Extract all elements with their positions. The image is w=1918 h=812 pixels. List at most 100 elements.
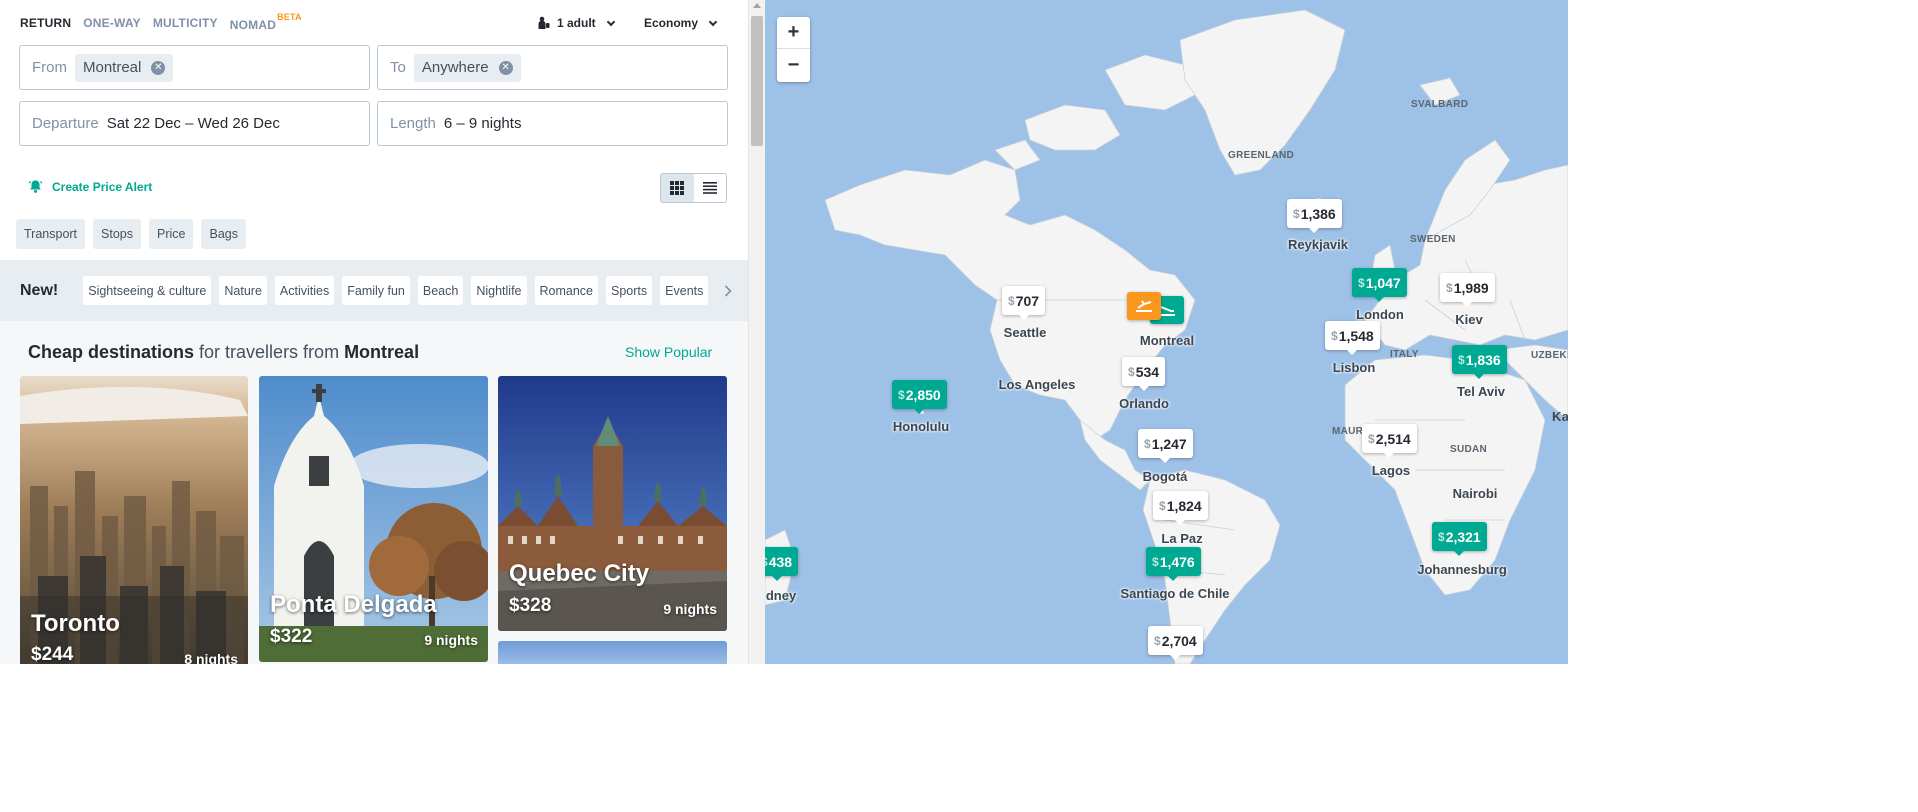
scroll-up-icon[interactable] <box>753 3 761 8</box>
to-chip: Anywhere ✕ <box>413 53 521 82</box>
chevron-down-icon <box>708 17 718 26</box>
card-price: $328 <box>509 595 552 616</box>
pin-price: 2,850 <box>905 386 941 403</box>
from-value: Montreal <box>83 59 142 76</box>
city-label: Bogotá <box>1142 469 1188 484</box>
city-label: Los Angeles <box>998 377 1076 392</box>
theme-events[interactable]: Events <box>660 276 709 305</box>
filter-price[interactable]: Price <box>149 219 194 249</box>
departure-field[interactable]: Departure Sat 22 Dec – Wed 26 Dec <box>19 101 370 146</box>
city-label: Montreal <box>1139 333 1195 348</box>
destinations-map[interactable]: + − SVALBARD GREENLAND SWEDEN ITALY UZBE… <box>765 0 1568 664</box>
pin-price: 1,989 <box>1453 279 1489 296</box>
pin-price: 1,548 <box>1338 327 1374 344</box>
theme-romance[interactable]: Romance <box>534 276 599 305</box>
tab-multicity[interactable]: MULTICITY <box>153 16 218 32</box>
departure-value: Sat 22 Dec – Wed 26 Dec <box>106 115 280 132</box>
destination-card-quebec-city[interactable]: Quebec City $328 9 nights <box>498 376 727 631</box>
price-pin-lisbon[interactable]: $1,548 <box>1325 321 1380 355</box>
filter-bar: Transport Stops Price Bags <box>16 219 246 249</box>
tab-nomad[interactable]: NOMADBETA <box>229 12 302 32</box>
zoom-controls: + − <box>777 17 810 82</box>
city-label: Lagos <box>1371 463 1411 478</box>
theme-beach[interactable]: Beach <box>417 276 464 305</box>
city-label: Nairobi <box>1452 486 1498 501</box>
theme-family-fun[interactable]: Family fun <box>342 276 410 305</box>
price-pin-la-paz[interactable]: $1,824 <box>1153 491 1208 525</box>
theme-sightseeing[interactable]: Sightseeing & culture <box>83 276 212 305</box>
to-field[interactable]: To Anywhere ✕ <box>377 45 728 90</box>
destination-card-toronto[interactable]: Toronto $244 8 nights <box>20 376 248 664</box>
zoom-in-button[interactable]: + <box>777 17 810 49</box>
heading-mid: for travellers from <box>194 342 345 362</box>
remove-from-icon[interactable]: ✕ <box>151 60 166 75</box>
city-label: Seattle <box>1003 325 1047 340</box>
show-popular-link[interactable]: Show Popular <box>625 344 712 360</box>
destination-card-next[interactable] <box>498 641 727 664</box>
grid-view-button[interactable] <box>661 174 694 202</box>
remove-to-icon[interactable]: ✕ <box>498 60 513 75</box>
price-pin-london[interactable]: $1,047 <box>1352 268 1407 302</box>
price-pin-johannesburg[interactable]: $2,321 <box>1432 522 1487 556</box>
price-pin-sydney[interactable]: $438 <box>765 547 799 581</box>
filter-transport[interactable]: Transport <box>16 219 86 249</box>
list-view-button[interactable] <box>694 174 727 202</box>
price-pin-buenos-aires[interactable]: $2,704 <box>1148 626 1203 660</box>
price-pin-honolulu[interactable]: $2,850 <box>892 380 947 414</box>
tab-return[interactable]: RETURN <box>20 16 71 32</box>
results-scrollbar[interactable] <box>748 0 765 664</box>
create-price-alert-link[interactable]: Create Price Alert <box>28 179 152 194</box>
tab-nomad-label: NOMAD <box>229 18 277 32</box>
theme-nightlife[interactable]: Nightlife <box>471 276 527 305</box>
themes-scroll-right[interactable] <box>708 260 748 321</box>
scrollbar-thumb[interactable] <box>751 16 763 146</box>
price-pin-reykjavik[interactable]: $1,386 <box>1287 199 1342 233</box>
cabin-class-dropdown[interactable]: Economy <box>644 16 718 30</box>
region-label: SWEDEN <box>1410 234 1456 245</box>
trip-type-tabs: RETURN ONE-WAY MULTICITY NOMADBETA <box>20 12 302 32</box>
heading-city: Montreal <box>344 342 420 362</box>
pin-price: 2,514 <box>1375 430 1411 447</box>
city-label: Tel Aviv <box>1457 384 1505 399</box>
theme-sports[interactable]: Sports <box>606 276 653 305</box>
create-price-alert-label: Create Price Alert <box>52 179 153 194</box>
from-label: From <box>32 59 67 76</box>
theme-nature[interactable]: Nature <box>219 276 267 305</box>
city-label: dney <box>765 588 797 603</box>
origin-departure-marker[interactable] <box>1127 292 1161 320</box>
ponta-delgada-photo <box>259 376 488 662</box>
card-nights: 9 nights <box>663 601 717 617</box>
zoom-out-button[interactable]: − <box>777 49 810 81</box>
price-pin-tel-aviv[interactable]: $1,836 <box>1452 345 1507 379</box>
card-city: Quebec City <box>509 560 650 587</box>
tab-one-way[interactable]: ONE-WAY <box>83 16 141 32</box>
destination-card-ponta-delgada[interactable]: Ponta Delgada $322 9 nights <box>259 376 488 662</box>
price-pin-seattle[interactable]: $707 <box>1002 286 1046 320</box>
theme-activities[interactable]: Activities <box>274 276 335 305</box>
filter-stops[interactable]: Stops <box>93 219 141 249</box>
region-label: UZBEKI <box>1531 350 1568 361</box>
theme-list: Sightseeing & culture Nature Activities … <box>83 276 709 305</box>
price-pin-bogota[interactable]: $1,247 <box>1138 429 1193 463</box>
pin-price: 1,824 <box>1166 497 1202 514</box>
price-pin-orlando[interactable]: $534 <box>1122 357 1166 391</box>
price-pin-kiev[interactable]: $1,989 <box>1440 273 1495 307</box>
price-pin-santiago[interactable]: $1,476 <box>1146 547 1201 581</box>
region-label: GREENLAND <box>1228 150 1295 161</box>
card-price: $322 <box>270 626 313 647</box>
new-label: New! <box>20 281 59 299</box>
city-label: Orlando <box>1119 396 1169 411</box>
view-toggle <box>660 173 727 203</box>
length-field[interactable]: Length 6 – 9 nights <box>377 101 728 146</box>
filter-bags[interactable]: Bags <box>201 219 246 249</box>
quebec-city-photo <box>498 376 727 631</box>
city-label: Honolulu <box>892 419 950 434</box>
from-field[interactable]: From Montreal ✕ <box>19 45 370 90</box>
city-label: London <box>1356 307 1404 322</box>
pin-price: 438 <box>768 553 793 570</box>
cabin-class-label: Economy <box>644 16 699 30</box>
passengers-dropdown[interactable]: 1 adult <box>537 16 615 30</box>
length-value: 6 – 9 nights <box>443 115 522 132</box>
card-nights: 9 nights <box>424 632 478 648</box>
price-pin-lagos[interactable]: $2,514 <box>1362 424 1417 458</box>
